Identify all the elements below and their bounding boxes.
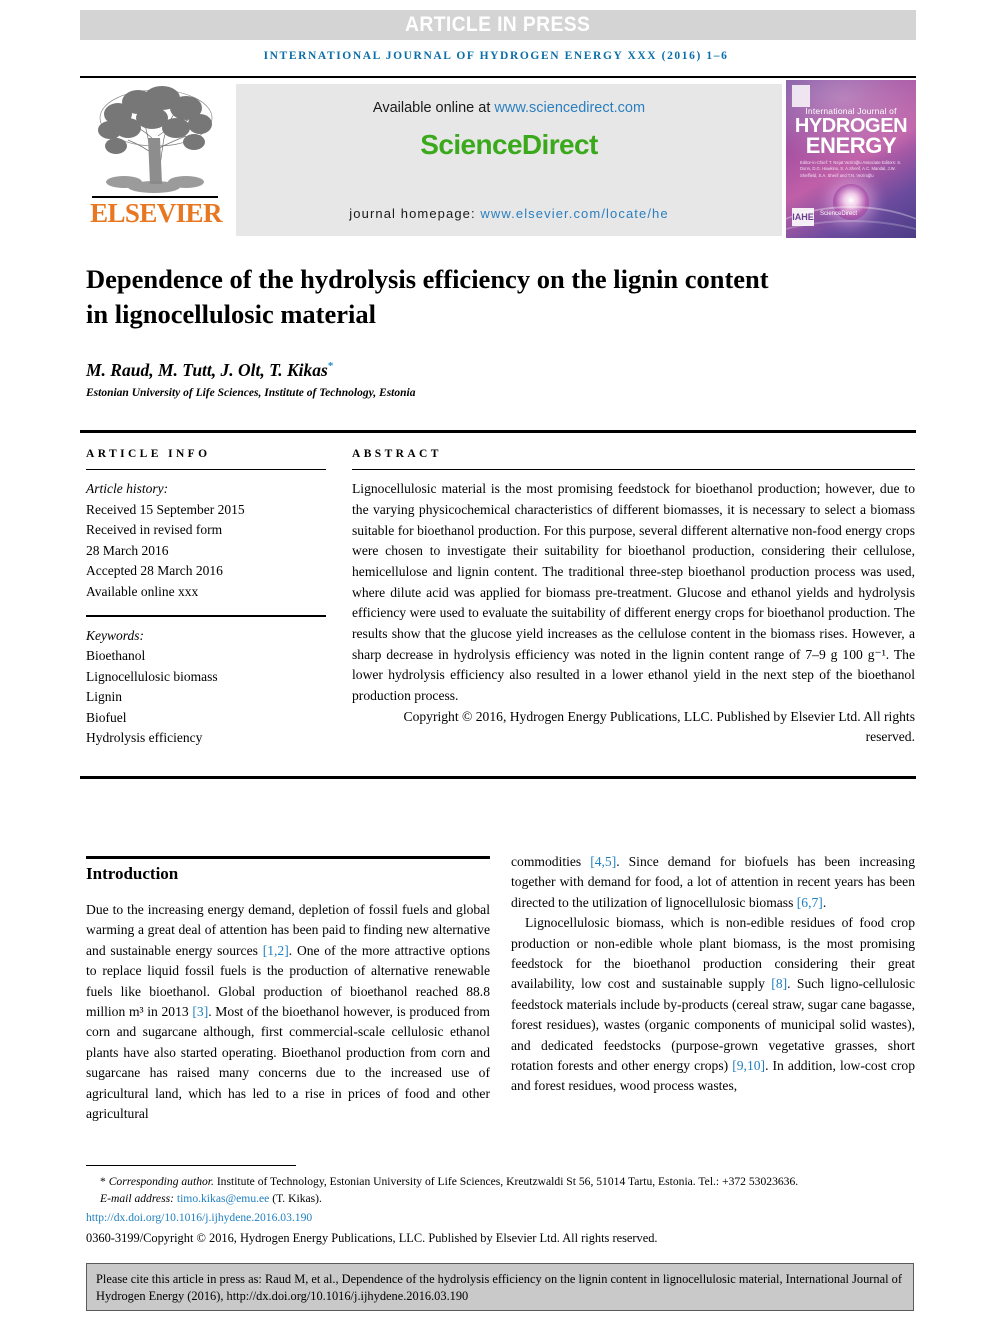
- article-info-rule: [86, 469, 326, 471]
- email-link[interactable]: timo.kikas@emu.ee: [177, 1192, 269, 1205]
- article-history-item: Received 15 September 2015: [86, 501, 245, 517]
- intro-r1-part3: .: [822, 894, 827, 910]
- journal-homepage-line: journal homepage: www.elsevier.com/locat…: [236, 206, 782, 221]
- abstract-heading: ABSTRACT: [352, 448, 442, 460]
- keyword-item: Bioethanol: [86, 648, 146, 664]
- keyword-item: Lignocellulosic biomass: [86, 668, 218, 684]
- article-in-press-label: ARTICLE IN PRESS: [405, 13, 591, 36]
- abstract-band-bottom-rule: [80, 776, 916, 779]
- abstract-copyright: Copyright © 2016, Hydrogen Energy Public…: [403, 708, 916, 745]
- corresponding-author-marker[interactable]: *: [328, 360, 334, 372]
- abstract-band-top-rule: [80, 430, 916, 433]
- corresponding-star: *: [100, 1175, 106, 1188]
- keywords-label: Keywords:: [86, 627, 144, 643]
- article-history-item: Received in revised form: [86, 522, 223, 538]
- journal-running-head: INTERNATIONAL JOURNAL OF HYDROGEN ENERGY…: [263, 50, 729, 62]
- author-names: M. Raud, M. Tutt, J. Olt, T. Kikas: [86, 360, 328, 380]
- sciencedirect-banner: Available online at www.sciencedirect.co…: [236, 84, 782, 236]
- keywords-rule: [86, 615, 326, 617]
- article-page: ARTICLE IN PRESS INTERNATIONAL JOURNAL O…: [0, 0, 992, 1323]
- abstract-text: Lignocellulosic material is the most pro…: [352, 481, 915, 703]
- body-column-right: commodities [4,5]. Since demand for biof…: [511, 852, 915, 1097]
- intro-paragraph-2: Lignocellulosic biomass, which is non-ed…: [511, 913, 915, 1097]
- cover-iahe-logo-icon: IAHE: [792, 208, 814, 226]
- article-info-heading: ARTICLE INFO: [86, 448, 211, 460]
- article-title: Dependence of the hydrolysis efficiency …: [86, 264, 769, 329]
- intro-p1-part3: . Most of the bioethanol however, is pro…: [86, 1003, 490, 1121]
- footnote-rule: [86, 1165, 296, 1166]
- corresponding-author-note: * Corresponding author. Institute of Tec…: [86, 1174, 916, 1191]
- email-note: E-mail address: timo.kikas@emu.ee (T. Ki…: [86, 1191, 916, 1208]
- article-history-item: Accepted 28 March 2016: [86, 563, 223, 579]
- cite-this-article-box: Please cite this article in press as: Ra…: [86, 1263, 914, 1311]
- elsevier-wordmark: ELSEVIER: [90, 198, 222, 228]
- abstract-column: ABSTRACT Lignocellulosic material is the…: [352, 448, 915, 748]
- email-label: E-mail address:: [100, 1191, 177, 1205]
- available-online-prefix: Available online at: [372, 100, 495, 116]
- article-history-item: 28 March 2016: [86, 542, 169, 558]
- footer-copyright: 0360-3199/Copyright © 2016, Hydrogen Ene…: [86, 1230, 658, 1245]
- corresponding-address: Institute of Technology, Estonian Univer…: [213, 1175, 799, 1188]
- intro-paragraph-1: Due to the increasing energy demand, dep…: [86, 900, 490, 1124]
- citation-ref-9-10[interactable]: [9,10]: [732, 1058, 765, 1073]
- article-history: Article history: Received 15 September 2…: [86, 479, 326, 602]
- elsevier-logo: ELSEVIER: [80, 84, 232, 236]
- article-in-press-banner: ARTICLE IN PRESS: [80, 10, 916, 40]
- masthead: ELSEVIER Available online at www.science…: [80, 76, 916, 240]
- abstract-rule: [352, 469, 915, 471]
- article-info-column: ARTICLE INFO Article history: Received 1…: [86, 448, 326, 749]
- elsevier-tree-icon: [94, 84, 216, 196]
- keyword-item: Biofuel: [86, 709, 127, 725]
- cover-journal-line3: ENERGY: [805, 133, 897, 158]
- introduction-rule: [86, 856, 490, 859]
- keywords-list: Keywords: Bioethanol Lignocellulosic bio…: [86, 626, 326, 749]
- citation-ref-4-5[interactable]: [4,5]: [590, 854, 616, 869]
- keyword-item: Hydrolysis efficiency: [86, 730, 203, 746]
- journal-homepage-prefix: journal homepage:: [349, 206, 481, 221]
- citation-ref-3[interactable]: [3]: [192, 1004, 208, 1019]
- available-online-line: Available online at www.sciencedirect.co…: [236, 100, 782, 116]
- keyword-item: Lignin: [86, 689, 122, 705]
- footnote-block: * Corresponding author. Institute of Tec…: [86, 1174, 916, 1247]
- author-list: M. Raud, M. Tutt, J. Olt, T. Kikas*: [86, 360, 846, 381]
- journal-homepage-link[interactable]: www.elsevier.com/locate/he: [480, 206, 668, 221]
- affiliation: Estonian University of Life Sciences, In…: [86, 387, 416, 399]
- citation-ref-6-7[interactable]: [6,7]: [797, 895, 823, 910]
- body-column-left: Due to the increasing energy demand, dep…: [86, 900, 490, 1124]
- article-history-label: Article history:: [86, 481, 169, 497]
- journal-cover-thumbnail: International Journal of HYDROGEN ENERGY…: [786, 80, 916, 238]
- email-suffix: (T. Kikas).: [269, 1191, 322, 1205]
- citation-ref-1-2[interactable]: [1,2]: [263, 943, 289, 958]
- doi-link[interactable]: http://dx.doi.org/10.1016/j.ijhydene.201…: [86, 1210, 916, 1227]
- cover-editors: Editor-in-Chief: T. Nejat Veziroğlu Asso…: [800, 160, 902, 178]
- article-history-item: Available online xxx: [86, 583, 199, 599]
- intro-paragraph-1-cont: commodities [4,5]. Since demand for biof…: [511, 852, 915, 913]
- cover-elsevier-mark-icon: [792, 85, 810, 107]
- sciencedirect-logo: ScienceDirect: [420, 129, 598, 160]
- citation-ref-8[interactable]: [8]: [771, 976, 787, 991]
- cover-sciencedirect-mark: ScienceDirect: [820, 211, 858, 217]
- introduction-heading: Introduction: [86, 864, 179, 883]
- corresponding-label: Corresponding author.: [108, 1175, 214, 1188]
- sciencedirect-link[interactable]: www.sciencedirect.com: [494, 100, 645, 116]
- intro-r1-part1: commodities: [511, 854, 591, 869]
